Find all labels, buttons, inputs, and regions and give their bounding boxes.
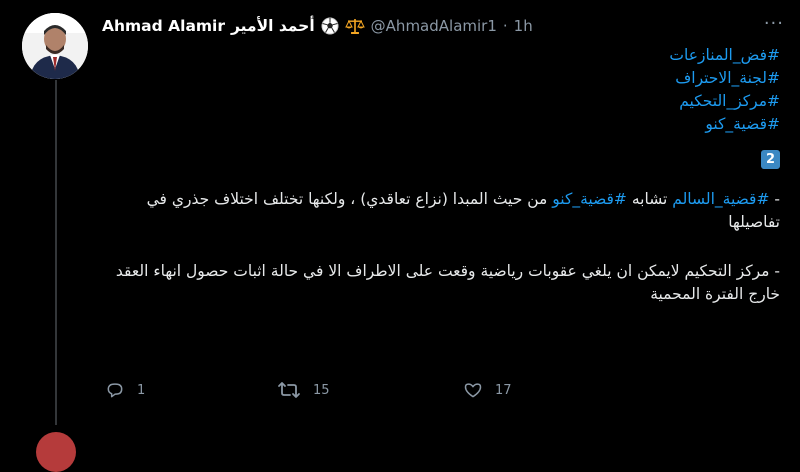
- reply-count: 1: [137, 382, 146, 398]
- hashtag-link[interactable]: #مركز_التحكيم: [102, 90, 780, 113]
- scales-icon: [344, 17, 365, 35]
- like-count: 17: [495, 382, 512, 398]
- hashtag-link[interactable]: #قضية_السالم: [672, 190, 769, 208]
- next-tweet-avatar[interactable]: [36, 432, 76, 472]
- paragraph-1: - #قضية_السالم تشابه #قضية_كنو من حيث ال…: [102, 188, 780, 234]
- hashtag-link[interactable]: #قضية_كنو: [552, 190, 627, 208]
- tweet-body: #فض_المنازعات #لجنة_الاحتراف #مركز_التحك…: [102, 44, 780, 306]
- paragraph-1-text: تشابه: [626, 190, 673, 208]
- hashtag-link[interactable]: #فض_المنازعات: [102, 44, 780, 67]
- display-name-en[interactable]: Ahmad Alamir: [102, 17, 225, 35]
- paragraph-2: - مركز التحكيم لايمكن ان يلغي عقوبات ريا…: [115, 262, 780, 303]
- reply-button[interactable]: 1: [105, 380, 145, 400]
- tweet-header: Ahmad Alamir أحمد الأمير @AhmadAlamir1 ·…: [102, 14, 790, 38]
- hashtag-link[interactable]: #قضية_كنو: [102, 113, 780, 136]
- retweet-count: 15: [313, 382, 330, 398]
- paragraph-1-prefix: -: [769, 190, 780, 208]
- like-button[interactable]: 17: [463, 380, 512, 400]
- tweet-actions: 1 15 17: [105, 380, 585, 410]
- reply-icon: [107, 383, 123, 398]
- retweet-button[interactable]: 15: [277, 380, 330, 400]
- thread-line: [55, 80, 57, 425]
- number-two-badge: 2: [761, 150, 780, 169]
- hashtag-link[interactable]: #لجنة_الاحتراف: [102, 67, 780, 90]
- handle[interactable]: @AhmadAlamir1: [371, 17, 497, 35]
- avatar[interactable]: [22, 13, 88, 79]
- more-options-icon[interactable]: ···: [764, 13, 784, 34]
- separator-dot: ·: [502, 17, 508, 35]
- display-name-ar[interactable]: أحمد الأمير: [231, 17, 315, 35]
- heart-icon: [464, 383, 482, 398]
- soccer-ball-icon: [321, 17, 339, 35]
- retweet-icon: [278, 382, 300, 398]
- avatar-photo: [22, 13, 88, 79]
- timestamp[interactable]: 1h: [514, 17, 533, 35]
